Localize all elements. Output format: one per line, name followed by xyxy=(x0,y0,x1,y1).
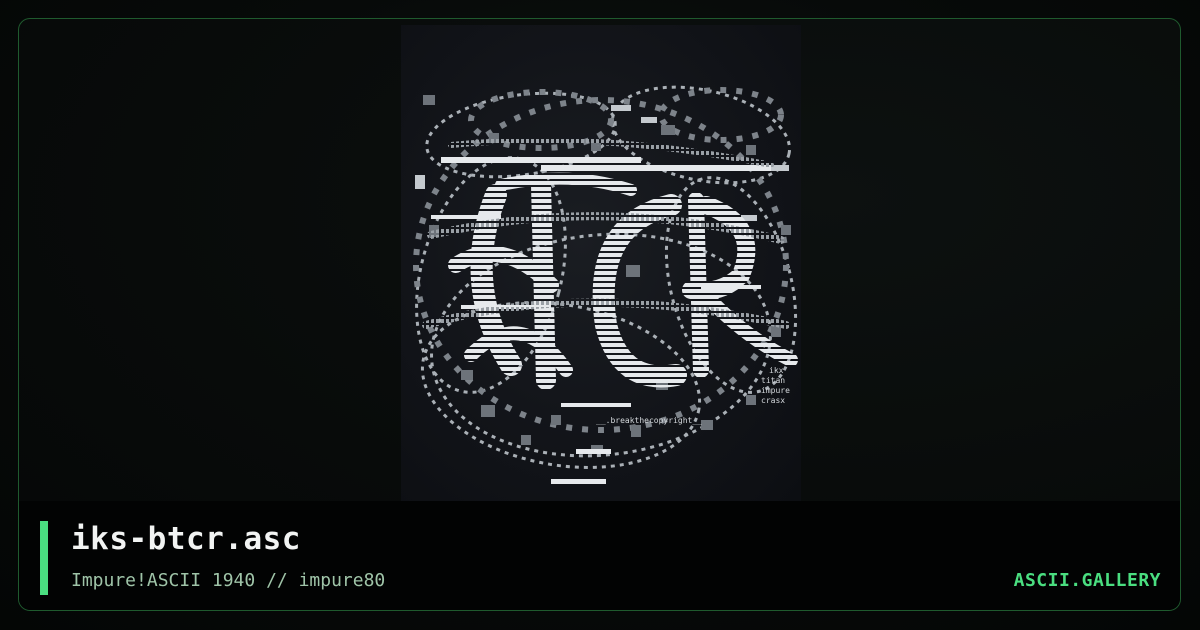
card-frame: ikx titan impure crasx __.breakthecopyri… xyxy=(18,18,1181,611)
art-signature: __.breakthecopyright__ xyxy=(596,416,702,425)
caption-footer: iks-btcr.asc Impure!ASCII 1940 // impure… xyxy=(19,501,1180,610)
art-credit-3: impure xyxy=(761,386,790,395)
accent-bar xyxy=(40,521,48,595)
ascii-artwork-panel: ikx titan impure crasx __.breakthecopyri… xyxy=(401,25,801,501)
art-credit-1: ikx xyxy=(769,366,784,375)
art-credit-4: crasx xyxy=(761,396,785,405)
brand-logo: ASCII.GALLERY xyxy=(1013,570,1161,591)
artwork-subtitle: Impure!ASCII 1940 // impure80 xyxy=(71,570,386,591)
og-card: ikx titan impure crasx __.breakthecopyri… xyxy=(0,0,1200,630)
art-credit-2: titan xyxy=(761,376,785,385)
artwork-title: iks-btcr.asc xyxy=(71,521,301,557)
ascii-art-image: ikx titan impure crasx __.breakthecopyri… xyxy=(413,85,798,484)
